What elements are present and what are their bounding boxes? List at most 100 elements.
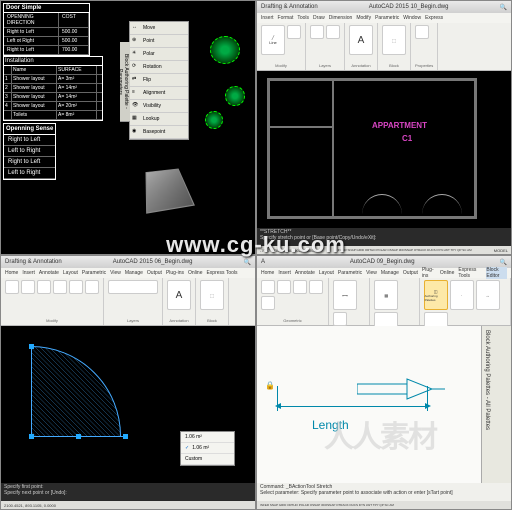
menu-item[interactable]: Window bbox=[403, 15, 421, 21]
grip-icon[interactable] bbox=[123, 434, 128, 439]
layer-state-dropdown[interactable] bbox=[326, 25, 340, 39]
command-line[interactable]: **STRETCH** Specify stretch point or [Ba… bbox=[257, 228, 511, 246]
ribbon-button[interactable] bbox=[21, 280, 35, 294]
properties-button[interactable] bbox=[415, 25, 429, 39]
drawing-area[interactable]: APPARTMENT C1 bbox=[257, 71, 511, 236]
constraint-button[interactable] bbox=[261, 296, 275, 310]
wall[interactable] bbox=[267, 78, 477, 81]
side-palette-tab[interactable]: Block Authoring Palettes - All Palettes bbox=[482, 326, 492, 434]
grip-icon[interactable] bbox=[29, 344, 34, 349]
palette-tab[interactable]: Block Authoring Palette - Parameters bbox=[120, 42, 130, 122]
menu-item[interactable]: Parametric bbox=[375, 15, 399, 21]
palette-item-basepoint[interactable]: ◉Basepoint bbox=[130, 126, 188, 139]
workspace-dropdown[interactable]: Drafting & Annotation bbox=[261, 4, 318, 10]
menu-item[interactable]: Annotate bbox=[295, 270, 315, 276]
status-toggles[interactable]: INFER SNAP GRID ORTHO POLAR OSNAP 3DOSNA… bbox=[260, 503, 394, 507]
status-toggles[interactable]: INFER SNAP GRID ORTHO POLAR OSNAP 3DOSNA… bbox=[338, 248, 472, 252]
menu-item[interactable]: Draw bbox=[313, 15, 325, 21]
menu-item[interactable]: Dimension bbox=[329, 15, 353, 21]
menu-item[interactable]: View bbox=[110, 270, 121, 276]
ribbon-button[interactable] bbox=[37, 280, 51, 294]
constraint-button[interactable] bbox=[277, 280, 291, 294]
menu-item[interactable]: Output bbox=[147, 270, 162, 276]
menu-item[interactable]: Parametric bbox=[82, 270, 106, 276]
insert-button[interactable]: ⬚ bbox=[200, 280, 224, 310]
command-line[interactable]: Command: _BActionTool Stretch Select par… bbox=[257, 483, 511, 501]
palette-item-alignment[interactable]: ≡Alignment bbox=[130, 87, 188, 100]
palette-item-point[interactable]: ⊕Point bbox=[130, 35, 188, 48]
workspace-dropdown[interactable]: Drafting & Annotation bbox=[5, 259, 62, 265]
menu-item[interactable]: Modify bbox=[356, 15, 371, 21]
search-icon[interactable]: 🔍 bbox=[500, 259, 507, 266]
wall[interactable] bbox=[474, 78, 477, 218]
menu-item[interactable]: Online bbox=[440, 270, 454, 276]
layer-button[interactable] bbox=[310, 25, 324, 39]
menu-item[interactable]: Tools bbox=[297, 15, 309, 21]
block-authoring-side-palette[interactable]: Block Authoring Palettes - All Palettes bbox=[481, 326, 511, 491]
search-box[interactable]: 🔍 bbox=[500, 4, 507, 11]
command-line[interactable]: Specify first point: Specify next point … bbox=[1, 483, 255, 501]
layer-dropdown[interactable] bbox=[108, 280, 158, 294]
filter-button[interactable] bbox=[287, 25, 301, 39]
drawing-area[interactable]: Length 🔒 人人素材 bbox=[257, 326, 481, 491]
lock-icon[interactable]: 🔒 bbox=[265, 381, 275, 390]
tree-icon[interactable] bbox=[210, 36, 240, 64]
grip-icon[interactable] bbox=[76, 434, 81, 439]
text-button[interactable]: A bbox=[167, 280, 191, 310]
constraint-button[interactable] bbox=[261, 280, 275, 294]
menu-item[interactable]: Home bbox=[5, 270, 18, 276]
menu-item[interactable]: Online bbox=[188, 270, 202, 276]
grip-icon[interactable] bbox=[29, 434, 34, 439]
block-geometry[interactable] bbox=[357, 376, 447, 411]
menu-item[interactable]: View bbox=[366, 270, 377, 276]
line-button[interactable]: ╱Line bbox=[261, 25, 285, 55]
area-popup[interactable]: 1.06 m² 1.06 m² Custom bbox=[180, 431, 235, 466]
authoring-palettes-button[interactable]: ◫Authoring Palettes bbox=[424, 280, 448, 310]
text-button[interactable]: A bbox=[349, 25, 373, 55]
menu-item[interactable]: Manage bbox=[381, 270, 399, 276]
menu-item[interactable]: Insert bbox=[261, 15, 274, 21]
ribbon-button[interactable] bbox=[85, 280, 99, 294]
insert-button[interactable]: ⬚ bbox=[382, 25, 406, 55]
menu-item[interactable]: Annotate bbox=[39, 270, 59, 276]
constraint-button[interactable] bbox=[293, 280, 307, 294]
palette-item-rotation[interactable]: ⟳Rotation bbox=[130, 61, 188, 74]
point-button[interactable]: · bbox=[450, 280, 474, 310]
ribbon-button[interactable] bbox=[5, 280, 19, 294]
aligned-button[interactable] bbox=[333, 312, 347, 326]
popup-item[interactable]: Custom bbox=[181, 454, 234, 465]
wall[interactable] bbox=[267, 126, 332, 128]
tree-icon[interactable] bbox=[205, 111, 223, 129]
menu-item[interactable]: Plug-ins bbox=[166, 270, 184, 276]
model-tab[interactable]: MODEL bbox=[494, 248, 508, 253]
menu-item[interactable]: Output bbox=[403, 270, 418, 276]
slab-shape[interactable] bbox=[145, 168, 195, 213]
drawing-area[interactable]: 1.06 m² 1.06 m² Custom bbox=[1, 326, 255, 491]
palette-item-visibility[interactable]: 👁Visibility bbox=[130, 100, 188, 113]
wall[interactable] bbox=[267, 78, 270, 218]
menu-item[interactable]: Insert bbox=[22, 270, 35, 276]
palette-item-polar[interactable]: ✳Polar bbox=[130, 48, 188, 61]
menu-item[interactable]: Layout bbox=[63, 270, 78, 276]
tree-icon[interactable] bbox=[225, 86, 245, 106]
menu-item[interactable]: Layout bbox=[319, 270, 334, 276]
constraint-button[interactable] bbox=[309, 280, 323, 294]
move-button[interactable]: ↔ bbox=[476, 280, 500, 310]
block-table-button[interactable]: ▦ bbox=[374, 280, 398, 310]
menu-item[interactable]: Parametric bbox=[338, 270, 362, 276]
ribbon-button[interactable] bbox=[53, 280, 67, 294]
menu-item[interactable]: Format bbox=[278, 15, 294, 21]
palette-item-move[interactable]: ↔Move bbox=[130, 22, 188, 35]
menu-item[interactable]: Express bbox=[425, 15, 443, 21]
palette-item-flip[interactable]: ⇄Flip bbox=[130, 74, 188, 87]
popup-item[interactable]: 1.06 m² bbox=[181, 432, 234, 443]
menu-item[interactable]: Express Tools bbox=[206, 270, 237, 276]
search-icon[interactable]: 🔍 bbox=[244, 259, 251, 266]
palette-item-lookup[interactable]: ▦Lookup bbox=[130, 113, 188, 126]
menu-item[interactable]: Home bbox=[261, 270, 274, 276]
linear-button[interactable]: ⟷ bbox=[333, 280, 357, 310]
ext-line[interactable] bbox=[277, 386, 278, 411]
menu-item[interactable]: Insert bbox=[278, 270, 291, 276]
popup-item[interactable]: 1.06 m² bbox=[181, 443, 234, 454]
wall[interactable] bbox=[332, 78, 334, 218]
